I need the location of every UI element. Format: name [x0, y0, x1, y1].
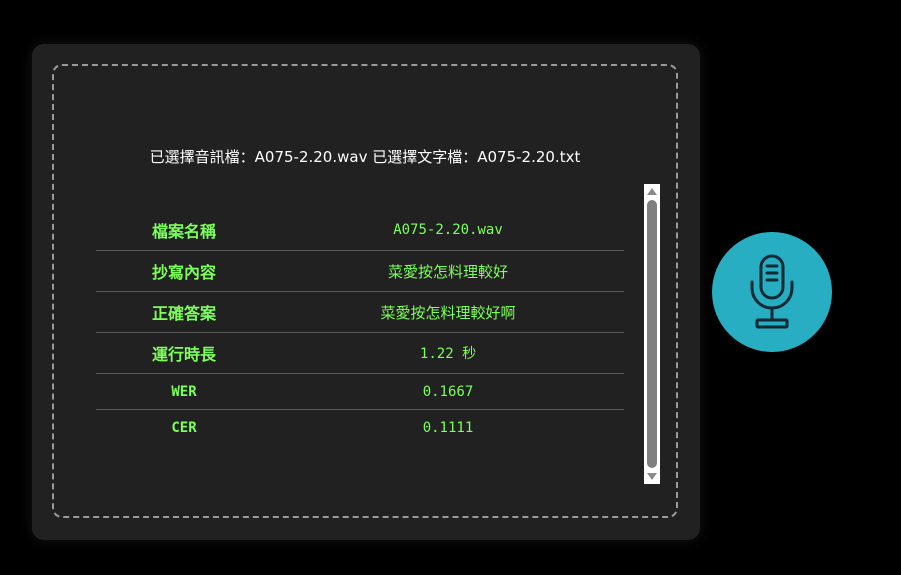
scroll-down-arrow-icon[interactable] [647, 473, 657, 480]
label-transcription: 抄寫內容 [96, 250, 272, 292]
results-scrollbar[interactable] [644, 184, 660, 484]
results-table: 檔案名稱 A075-2.20.wav 抄寫內容 菜愛按怎料理較好 正確答案 菜愛… [96, 210, 624, 445]
value-cer: 0.1111 [422, 419, 474, 436]
label-runtime: 運行時長 [96, 332, 272, 374]
value-filename: A075-2.20.wav [272, 210, 624, 251]
label-reference: 正確答案 [96, 291, 272, 333]
table-row: WER 0.1667 [96, 373, 624, 410]
scroll-thumb[interactable] [647, 200, 657, 468]
record-button[interactable] [712, 232, 832, 352]
table-row: 檔案名稱 A075-2.20.wav [96, 210, 624, 251]
value-transcription: 菜愛按怎料理較好 [272, 250, 624, 292]
label-filename: 檔案名稱 [96, 210, 272, 251]
value-runtime: 1.22 秒 [272, 332, 624, 374]
label-wer: WER [96, 373, 272, 410]
label-cer: CER [171, 419, 197, 436]
table-row: 正確答案 菜愛按怎料理較好啊 [96, 291, 624, 333]
value-wer: 0.1667 [272, 373, 624, 410]
microphone-icon [750, 254, 794, 329]
table-row: CER 0.1111 [96, 410, 624, 446]
scroll-up-arrow-icon[interactable] [647, 188, 657, 195]
file-drop-zone[interactable]: 已選擇音訊檔：A075-2.20.wav 已選擇文字檔：A075-2.20.tx… [52, 64, 678, 518]
table-row: 運行時長 1.22 秒 [96, 332, 624, 374]
table-row: 抄寫內容 菜愛按怎料理較好 [96, 250, 624, 292]
results-scroll-area[interactable]: 檔案名稱 A075-2.20.wav 抄寫內容 菜愛按怎料理較好 正確答案 菜愛… [96, 164, 640, 462]
main-panel: 已選擇音訊檔：A075-2.20.wav 已選擇文字檔：A075-2.20.tx… [32, 44, 700, 540]
value-reference: 菜愛按怎料理較好啊 [272, 291, 624, 333]
